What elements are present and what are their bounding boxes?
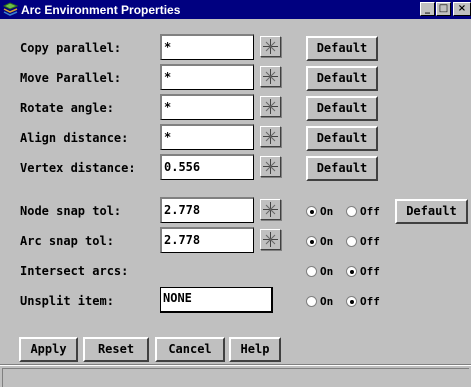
title-bar[interactable]: Arc Environment Properties _ □ × (0, 0, 471, 19)
unsplit-off-label: Off (360, 295, 380, 308)
node-snap-off-label: Off (360, 205, 380, 218)
crosshair-icon (263, 99, 278, 114)
copy-parallel-default-button[interactable]: Default (306, 36, 378, 61)
reset-button[interactable]: Reset (83, 337, 149, 362)
node-snap-field[interactable]: 2.778 (160, 197, 254, 223)
unsplit-on-label: On (320, 295, 334, 308)
arc-snap-field[interactable]: 2.778 (160, 227, 254, 253)
crosshair-icon (263, 202, 278, 217)
intersect-on-label: On (320, 265, 334, 278)
crosshair-icon (263, 159, 278, 174)
arc-snap-button[interactable] (260, 229, 281, 250)
vertex-distance-snap-button[interactable] (260, 156, 281, 177)
arc-snap-off-radio[interactable] (346, 236, 357, 247)
unsplit-off-radio[interactable] (346, 296, 357, 307)
node-snap-toggle: On Off (306, 204, 396, 220)
arc-snap-on-label: On (320, 235, 334, 248)
align-distance-label: Align distance: (20, 131, 129, 145)
maximize-button[interactable]: □ (436, 2, 451, 16)
arc-snap-label: Arc snap tol: (20, 234, 114, 248)
rotate-angle-default-button[interactable]: Default (306, 96, 378, 121)
copy-parallel-field[interactable]: * (160, 34, 254, 60)
vertex-distance-field[interactable]: 0.556 (160, 154, 254, 180)
intersect-arcs-label: Intersect arcs: (20, 264, 129, 278)
node-snap-button[interactable] (260, 199, 281, 220)
arc-snap-off-label: Off (360, 235, 380, 248)
crosshair-icon (263, 39, 278, 54)
arc-snap-on-radio[interactable] (306, 236, 317, 247)
divider-highlight (0, 365, 471, 366)
move-parallel-label: Move Parallel: (20, 71, 122, 85)
rotate-angle-label: Rotate angle: (20, 101, 114, 115)
cancel-button[interactable]: Cancel (155, 337, 225, 362)
vertex-distance-default-button[interactable]: Default (306, 156, 378, 181)
window-title: Arc Environment Properties (21, 3, 181, 17)
crosshair-icon (263, 232, 278, 247)
rotate-angle-field[interactable]: * (160, 94, 254, 120)
unsplit-item-label: Unsplit item: (20, 294, 114, 308)
arc-snap-toggle: On Off (306, 234, 396, 250)
align-distance-snap-button[interactable] (260, 126, 281, 147)
intersect-arcs-toggle: On Off (306, 264, 396, 280)
minimize-button[interactable]: _ (420, 2, 435, 16)
help-button[interactable]: Help (229, 337, 281, 362)
crosshair-icon (263, 69, 278, 84)
node-snap-default-button[interactable]: Default (395, 199, 468, 224)
vertex-distance-label: Vertex distance: (20, 161, 136, 175)
node-snap-label: Node snap tol: (20, 204, 122, 218)
apply-button[interactable]: Apply (19, 337, 78, 362)
align-distance-default-button[interactable]: Default (306, 126, 378, 151)
move-parallel-field[interactable]: * (160, 64, 254, 90)
node-snap-on-radio[interactable] (306, 206, 317, 217)
node-snap-on-label: On (320, 205, 334, 218)
move-parallel-snap-button[interactable] (260, 66, 281, 87)
crosshair-icon (263, 129, 278, 144)
status-bar (2, 368, 469, 387)
intersect-on-radio[interactable] (306, 266, 317, 277)
unsplit-item-field[interactable]: NONE (160, 287, 273, 313)
copy-parallel-snap-button[interactable] (260, 36, 281, 57)
properties-window: Arc Environment Properties _ □ × Copy pa… (0, 0, 471, 387)
move-parallel-default-button[interactable]: Default (306, 66, 378, 91)
intersect-off-radio[interactable] (346, 266, 357, 277)
intersect-off-label: Off (360, 265, 380, 278)
close-button[interactable]: × (453, 2, 471, 16)
node-snap-off-radio[interactable] (346, 206, 357, 217)
map-layers-icon (3, 2, 18, 16)
align-distance-field[interactable]: * (160, 124, 254, 150)
unsplit-item-toggle: On Off (306, 294, 396, 310)
unsplit-on-radio[interactable] (306, 296, 317, 307)
rotate-angle-snap-button[interactable] (260, 96, 281, 117)
copy-parallel-label: Copy parallel: (20, 41, 122, 55)
